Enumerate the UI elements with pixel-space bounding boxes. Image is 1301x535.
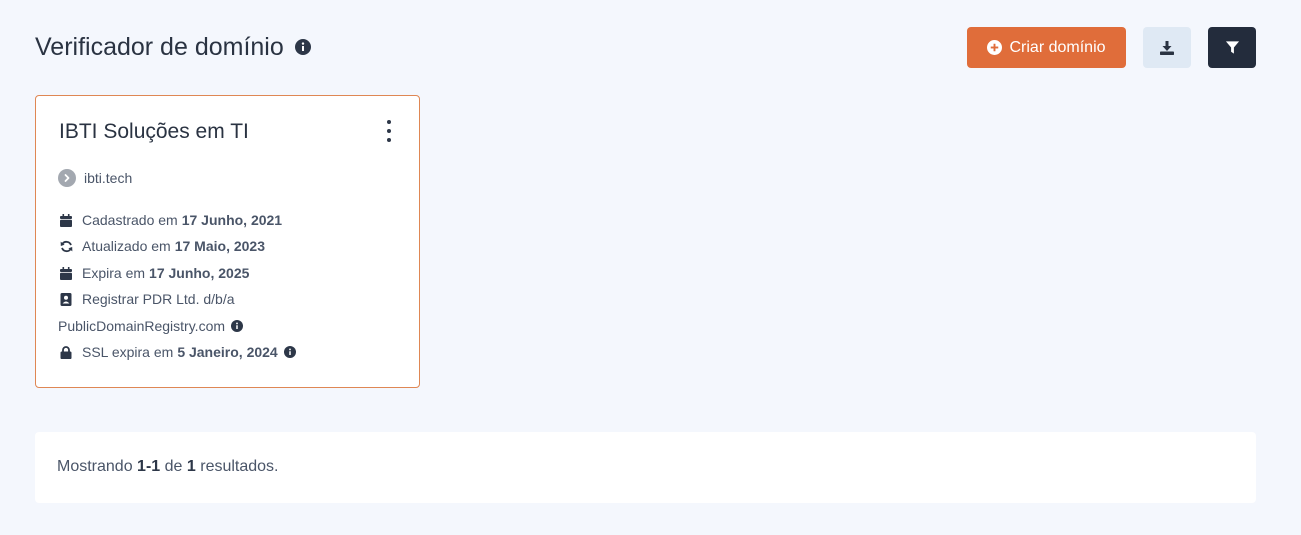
info-circle-icon[interactable]	[294, 39, 311, 55]
calendar-icon	[59, 213, 73, 227]
domain-link[interactable]: ibti.tech	[58, 169, 132, 187]
filter-button[interactable]	[1208, 27, 1256, 68]
page-header: Verificador de domínio Criar domínio	[35, 26, 1256, 68]
expires-date: 17 Junho, 2025	[149, 265, 250, 281]
results-range: 1-1	[137, 458, 161, 475]
registered-row: Cadastrado em 17 Junho, 2021	[59, 212, 282, 228]
download-icon	[1159, 40, 1175, 56]
create-domain-button[interactable]: Criar domínio	[967, 27, 1126, 68]
refresh-icon	[59, 239, 73, 253]
header-actions: Criar domínio	[967, 27, 1256, 68]
lock-icon	[59, 345, 73, 359]
create-domain-label: Criar domínio	[1009, 38, 1106, 56]
ssl-label: SSL expira em	[82, 344, 174, 360]
expires-label: Expira em	[82, 265, 146, 281]
updated-row: Atualizado em 17 Maio, 2023	[59, 238, 265, 254]
registered-label: Cadastrado em	[82, 212, 178, 228]
address-book-icon	[59, 292, 73, 306]
page-title: Verificador de domínio	[35, 32, 284, 61]
download-button[interactable]	[1143, 27, 1191, 68]
calendar-icon	[59, 266, 73, 280]
title-wrap: Verificador de domínio	[35, 26, 311, 68]
results-prefix: Mostrando	[57, 458, 133, 475]
results-text: Mostrando 1-1 de 1 resultados.	[57, 458, 279, 476]
card-title: IBTI Soluções em TI	[59, 120, 249, 143]
registrar-row-2: PublicDomainRegistry.com	[58, 318, 244, 334]
registrar-row: Registrar PDR Ltd. d/b/a	[59, 291, 235, 307]
info-circle-icon[interactable]	[283, 346, 296, 358]
expires-row: Expira em 17 Junho, 2025	[59, 265, 249, 281]
more-options-icon[interactable]	[385, 120, 393, 142]
chevron-right-icon	[58, 169, 76, 187]
updated-label: Atualizado em	[82, 238, 171, 254]
updated-date: 17 Maio, 2023	[174, 238, 265, 254]
registrar-line-2: PublicDomainRegistry.com	[58, 318, 226, 334]
pagination-summary: Mostrando 1-1 de 1 resultados.	[35, 432, 1256, 503]
domain-name: ibti.tech	[84, 170, 133, 186]
domain-card[interactable]: IBTI Soluções em TI ibti.tech Cadastrado…	[35, 95, 420, 388]
registrar-line-1: Registrar PDR Ltd. d/b/a	[82, 291, 235, 307]
results-middle: de	[164, 458, 183, 475]
ssl-row: SSL expira em 5 Janeiro, 2024	[59, 344, 296, 360]
registered-date: 17 Junho, 2021	[181, 212, 283, 228]
info-circle-icon[interactable]	[231, 320, 244, 332]
plus-circle-icon	[987, 40, 1003, 55]
filter-icon	[1225, 40, 1240, 55]
results-suffix: resultados.	[200, 458, 279, 475]
results-total: 1	[186, 458, 196, 475]
ssl-date: 5 Janeiro, 2024	[177, 344, 278, 360]
